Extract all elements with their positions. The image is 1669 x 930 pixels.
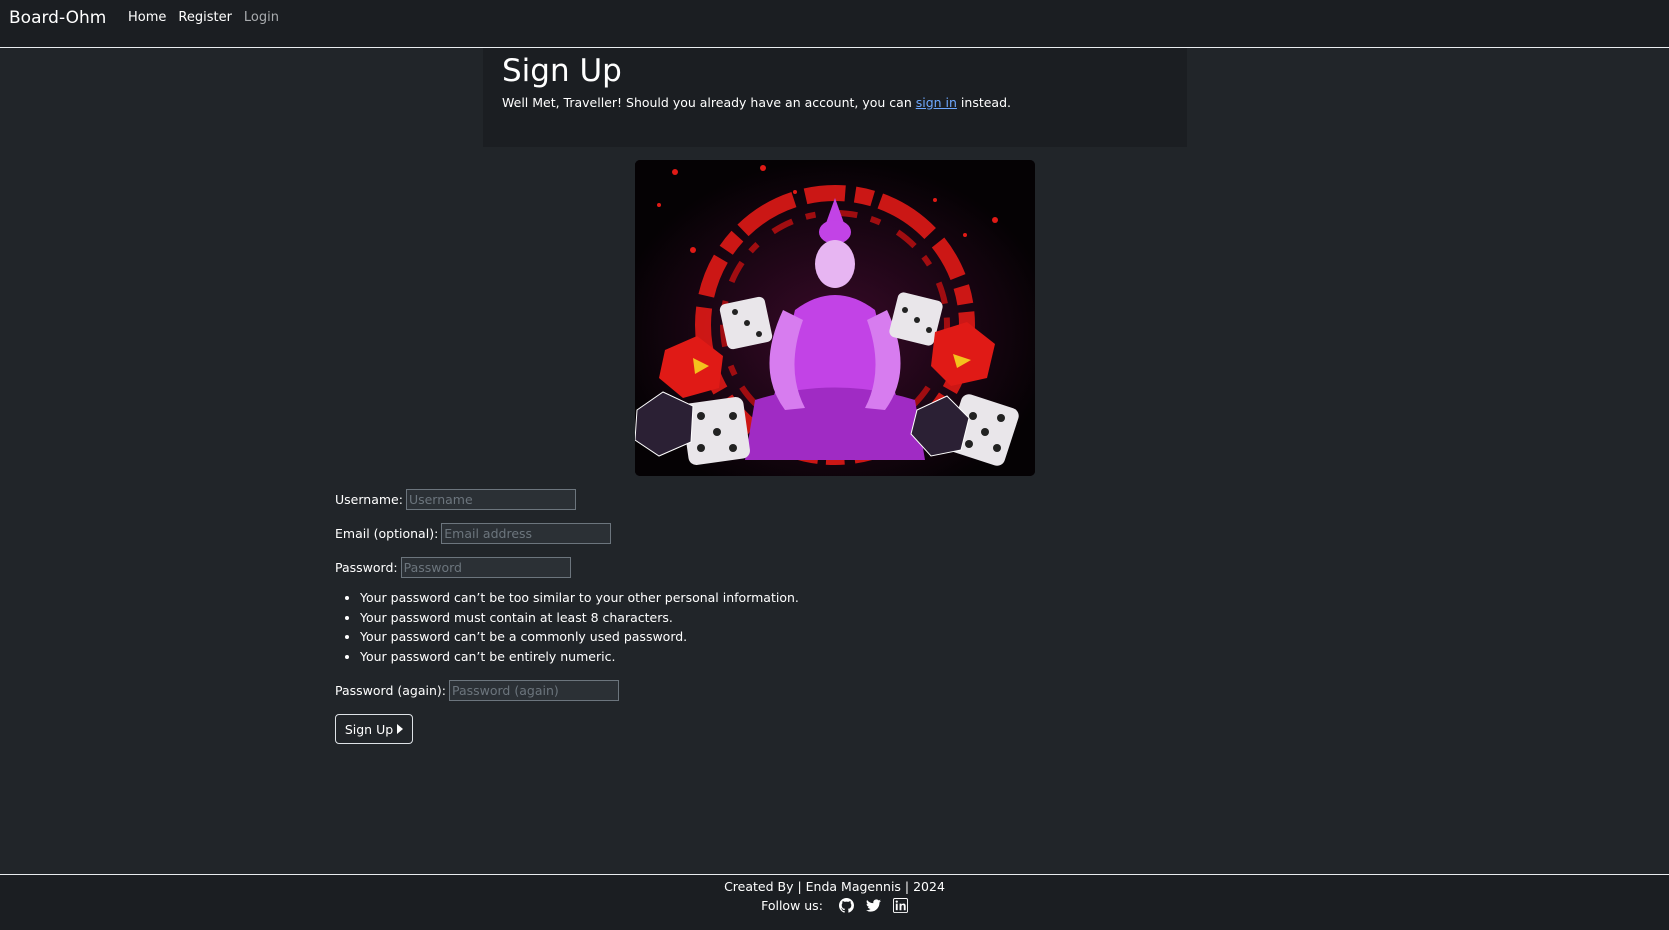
header-panel: Sign Up Well Met, Traveller! Should you … xyxy=(483,48,1187,147)
username-input[interactable] xyxy=(405,488,576,510)
sign-in-link[interactable]: sign in xyxy=(916,95,957,110)
password-input[interactable] xyxy=(400,556,571,578)
sign-up-button-label: Sign Up xyxy=(344,721,394,737)
intro-text-after: instead. xyxy=(956,94,1011,110)
username-label: Username: xyxy=(335,491,403,507)
follow-us-label: Follow us: xyxy=(761,898,823,913)
username-row: Username: xyxy=(335,488,576,510)
footer-credits: Created By | Enda Magennis | 2024 xyxy=(724,879,945,894)
nav-link-login[interactable]: Login xyxy=(244,10,279,25)
follow-us: Follow us: xyxy=(0,898,1669,913)
password-row: Password: xyxy=(335,556,571,578)
caret-right-icon xyxy=(397,724,404,734)
hero-image xyxy=(635,160,1035,476)
password-help-item: Your password can’t be entirely numeric. xyxy=(360,647,799,667)
password-again-label: Password (again): xyxy=(335,682,446,698)
password-label: Password: xyxy=(335,559,398,575)
password-help-list: Your password can’t be too similar to yo… xyxy=(335,588,799,666)
email-label: Email (optional): xyxy=(335,525,439,541)
meditating-figure-with-dice-icon xyxy=(635,160,1035,476)
linkedin-icon[interactable] xyxy=(892,898,908,913)
sign-up-button[interactable]: Sign Up xyxy=(335,714,413,744)
intro-text-before: Well Met, Traveller! Should you already … xyxy=(502,94,916,110)
github-icon[interactable] xyxy=(838,898,854,913)
password-help-item: Your password can’t be a commonly used p… xyxy=(360,627,799,647)
nav-links: Home Register Login xyxy=(128,10,279,25)
brand-link[interactable]: Board-Ohm xyxy=(9,8,106,28)
password-again-row: Password (again): xyxy=(335,679,619,701)
nav-link-register[interactable]: Register xyxy=(178,10,232,25)
email-row: Email (optional): xyxy=(335,522,612,544)
intro-text: Well Met, Traveller! Should you already … xyxy=(502,95,1187,110)
password-again-input[interactable] xyxy=(448,679,619,701)
email-input[interactable] xyxy=(441,522,612,544)
navbar: Board-Ohm Home Register Login xyxy=(0,0,1669,48)
password-help-item: Your password must contain at least 8 ch… xyxy=(360,608,799,628)
nav-link-home[interactable]: Home xyxy=(128,10,166,25)
twitter-icon[interactable] xyxy=(865,898,881,913)
password-help-item: Your password can’t be too similar to yo… xyxy=(360,588,799,608)
footer: Created By | Enda Magennis | 2024 Follow… xyxy=(0,874,1669,930)
page-title: Sign Up xyxy=(502,53,622,89)
